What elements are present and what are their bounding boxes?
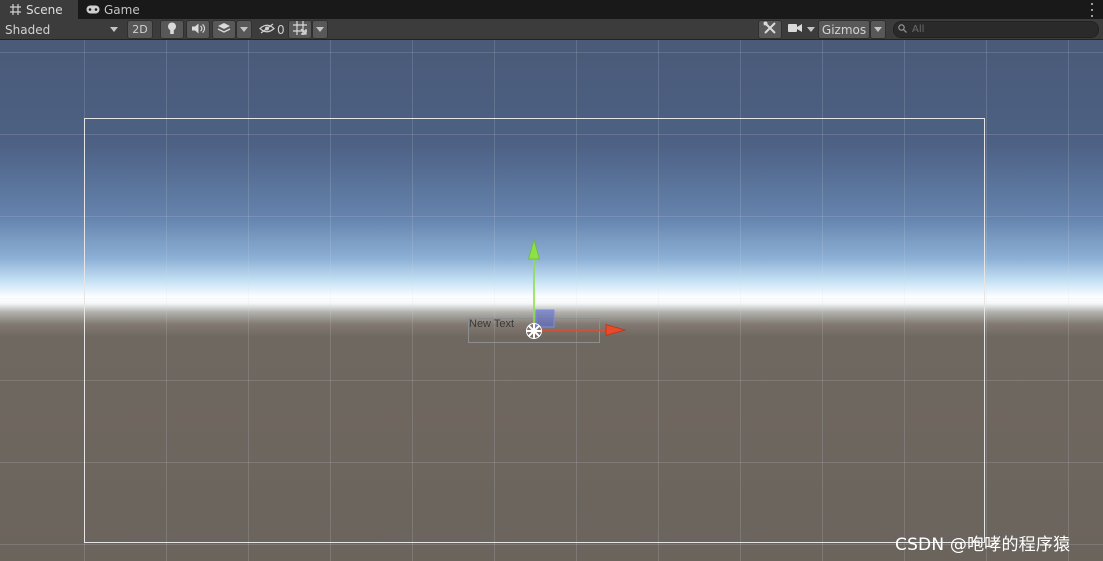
camera-dropdown-button[interactable] (804, 20, 818, 39)
toggle-2d-button[interactable]: 2D (127, 20, 153, 39)
visibility-eye-icon (259, 23, 275, 37)
pivot-point-icon (526, 323, 542, 339)
scene-toolbar: Shaded 2D 0 Gizmos All (0, 19, 1103, 40)
draw-mode-dropdown[interactable]: Shaded (0, 20, 124, 39)
grid-hash-icon (8, 4, 22, 16)
hidden-count: 0 (277, 22, 285, 37)
chevron-down-icon (110, 27, 118, 32)
more-options-icon[interactable] (1089, 3, 1095, 17)
draw-mode-value: Shaded (5, 22, 51, 37)
effects-layers-icon (217, 22, 231, 37)
camera-icon (788, 23, 802, 36)
camera-settings-button[interactable] (786, 20, 804, 39)
chevron-down-icon (316, 27, 324, 32)
gamepad-icon (86, 4, 100, 16)
lightbulb-icon (167, 22, 177, 38)
gizmos-button[interactable]: Gizmos (818, 20, 870, 39)
hierarchy-search-field[interactable] (893, 21, 1099, 38)
chevron-down-icon (240, 27, 248, 32)
window-tab-bar: Scene Game (0, 0, 1103, 19)
tools-toggle-button[interactable] (758, 20, 782, 39)
y-axis-arrow-icon[interactable] (527, 238, 541, 260)
search-input[interactable] (908, 24, 1092, 35)
tab-game-label: Game (104, 2, 140, 17)
x-axis-arrow-icon[interactable] (605, 323, 627, 337)
tools-icon (763, 21, 777, 38)
lighting-toggle-button[interactable] (160, 20, 184, 39)
move-tool-gizmo (526, 238, 627, 339)
grid-snap-icon (293, 21, 307, 38)
hidden-objects-toggle[interactable]: 0 (254, 20, 286, 39)
search-icon (898, 23, 908, 36)
effects-button[interactable] (212, 20, 236, 39)
csdn-watermark: CSDN @咆哮的程序猿 (895, 535, 1071, 555)
toggle-2d-label: 2D (132, 23, 148, 36)
audio-toggle-button[interactable] (186, 20, 210, 39)
tab-scene-label: Scene (26, 2, 63, 17)
chevron-down-icon (874, 27, 882, 32)
chevron-down-icon (807, 27, 815, 32)
scene-viewport[interactable]: New Text CSDN @咆哮的程序猿 (0, 40, 1103, 561)
tab-game[interactable]: Game (84, 0, 144, 19)
gizmos-dropdown-button[interactable] (870, 20, 886, 39)
xy-plane-handle[interactable] (535, 309, 555, 328)
gizmos-label: Gizmos (821, 22, 867, 37)
grid-snap-button[interactable] (288, 20, 312, 39)
tab-scene[interactable]: Scene (0, 0, 78, 19)
effects-dropdown-button[interactable] (236, 20, 252, 39)
audio-icon (191, 23, 205, 37)
grid-dropdown-button[interactable] (312, 20, 328, 39)
